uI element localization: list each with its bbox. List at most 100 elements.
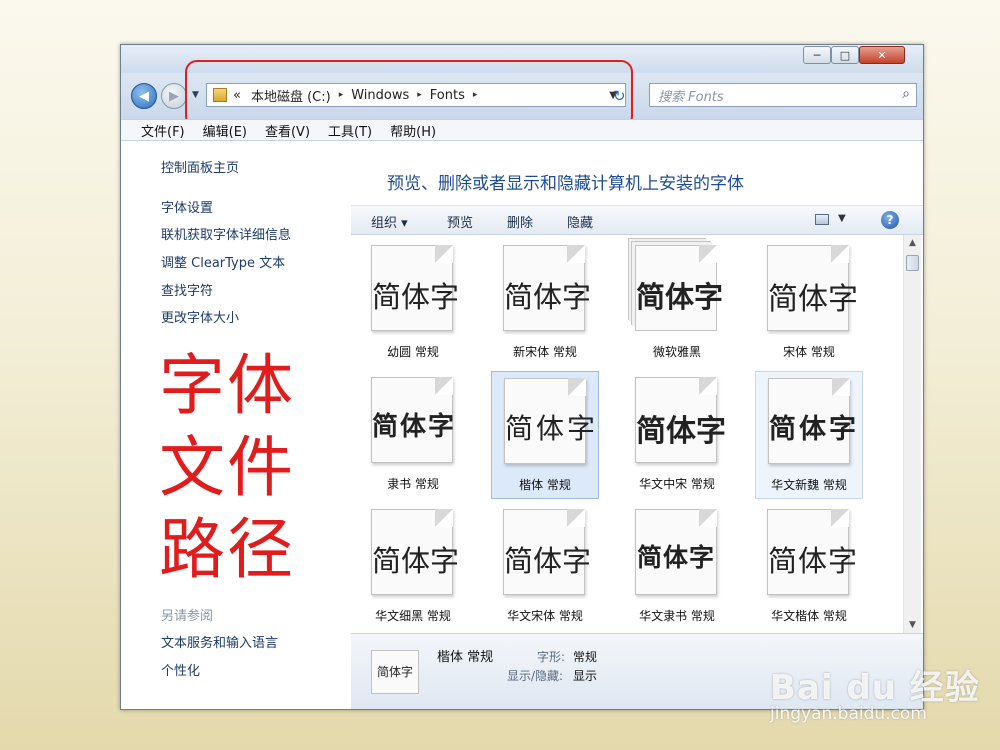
page-title: 预览、删除或者显示和隐藏计算机上安装的字体	[387, 174, 744, 194]
font-label: 华文宋体 常规	[507, 609, 583, 623]
font-tile[interactable]: 简体字 华文隶书 常规	[623, 503, 731, 631]
breadcrumb-separator-icon[interactable]: ▸	[417, 90, 422, 100]
scroll-up-icon[interactable]: ▲	[904, 235, 921, 251]
sidebar-find-character[interactable]: 查找字符	[161, 280, 213, 299]
scroll-thumb[interactable]	[906, 255, 919, 271]
breadcrumb-windows[interactable]: Windows	[351, 88, 409, 103]
menu-help[interactable]: 帮助(H)	[390, 121, 436, 140]
visibility-label: 显示/隐藏:	[507, 669, 564, 683]
font-label: 华文细黑 常规	[375, 609, 451, 623]
font-label: 新宋体 常规	[513, 345, 577, 359]
font-label: 华文新魏 常规	[771, 478, 847, 492]
font-tile[interactable]: 简体字 新宋体 常规	[491, 239, 599, 367]
font-sample: 简体字	[505, 412, 599, 445]
hide-button[interactable]: 隐藏	[567, 212, 593, 231]
font-sample: 简体字	[504, 280, 592, 314]
font-label: 华文中宋 常规	[639, 477, 715, 491]
font-file-icon: 简体字	[635, 509, 717, 595]
breadcrumb-overflow[interactable]: «	[233, 88, 241, 103]
menu-bar: 文件(F) 编辑(E) 查看(V) 工具(T) 帮助(H)	[121, 119, 923, 141]
font-style-value: 常规	[573, 650, 598, 664]
font-tile[interactable]: 简体字 华文宋体 常规	[491, 503, 599, 631]
font-label: 华文隶书 常规	[639, 609, 715, 623]
font-tile[interactable]: 简体字 华文中宋 常规	[623, 371, 731, 499]
search-input[interactable]: 搜索 Fonts ⌕	[649, 83, 917, 107]
sidebar-cleartype[interactable]: 调整 ClearType 文本	[161, 252, 285, 271]
font-file-icon: 简体字	[503, 509, 592, 595]
view-icon[interactable]	[815, 214, 829, 225]
refresh-icon[interactable]: ↻	[613, 87, 626, 105]
see-also-title: 另请参阅	[161, 609, 214, 624]
menu-edit[interactable]: 编辑(E)	[203, 121, 247, 140]
sidebar-control-panel-home[interactable]: 控制面板主页	[161, 157, 239, 176]
menu-file[interactable]: 文件(F)	[141, 121, 185, 140]
recent-pages-dropdown-icon[interactable]: ▼	[192, 90, 199, 100]
font-sample: 简体字	[636, 280, 724, 314]
main-content: 预览、删除或者显示和隐藏计算机上安装的字体 组织 ▾ 预览 删除 隐藏 ▼ ? …	[351, 141, 923, 709]
menu-tools[interactable]: 工具(T)	[328, 121, 372, 140]
fonts-folder-icon	[213, 88, 227, 102]
font-sample: 简体字	[769, 414, 859, 445]
font-sample: 简体字	[372, 280, 460, 314]
delete-button[interactable]: 删除	[507, 212, 533, 231]
font-file-icon: 简体字	[371, 509, 459, 595]
scroll-down-icon[interactable]: ▼	[904, 617, 921, 633]
explorer-window: ─ □ ✕ ◀ ▶ ▼ « 本地磁盘 (C:) ▸ Windows ▸ Font…	[120, 44, 924, 710]
help-icon[interactable]: ?	[881, 211, 899, 229]
font-tile[interactable]: 简体字 隶书 常规	[359, 371, 467, 499]
font-style-label: 字形:	[537, 650, 566, 664]
font-label: 宋体 常规	[783, 345, 835, 359]
selected-font-name: 楷体 常规	[437, 650, 494, 665]
selected-font-thumbnail: 简体字	[371, 650, 419, 694]
breadcrumb-fonts[interactable]: Fonts	[430, 88, 465, 103]
minimize-button[interactable]: ─	[803, 46, 831, 64]
font-tile[interactable]: 简体字 幼圆 常规	[359, 239, 467, 367]
annotation-line-1: 字体	[159, 347, 295, 424]
sidebar: 控制面板主页 字体设置 联机获取字体详细信息 调整 ClearType 文本 查…	[121, 141, 351, 709]
font-grid: 简体字 幼圆 常规 简体字 新宋体 常规 简体字 微软雅黑 简体字 宋体 常规 …	[351, 235, 903, 633]
font-file-icon: 简体字	[767, 245, 858, 331]
font-tile-selected[interactable]: 简体字 楷体 常规	[491, 371, 599, 499]
font-file-icon: 简体字	[371, 245, 460, 331]
font-sample: 简体字	[504, 544, 592, 578]
annotation-line-3: 路径	[159, 511, 295, 588]
font-tile-hovered[interactable]: 简体字 华文新魏 常规	[755, 371, 863, 499]
vertical-scrollbar[interactable]: ▲ ▼	[903, 235, 921, 633]
address-bar[interactable]: « 本地磁盘 (C:) ▸ Windows ▸ Fonts ▸ ▼	[206, 83, 626, 107]
font-file-icon: 简体字	[503, 245, 592, 331]
breadcrumb-separator-icon[interactable]: ▸	[473, 90, 478, 100]
maximize-button[interactable]: □	[831, 46, 859, 64]
visibility-value: 显示	[573, 669, 598, 683]
menu-view[interactable]: 查看(V)	[265, 121, 310, 140]
title-bar: ─ □ ✕	[121, 45, 923, 73]
font-tile[interactable]: 简体字 华文细黑 常规	[359, 503, 467, 631]
navigation-bar: ◀ ▶ ▼ « 本地磁盘 (C:) ▸ Windows ▸ Fonts ▸ ▼ …	[121, 73, 923, 119]
sidebar-text-services[interactable]: 文本服务和输入语言	[161, 632, 278, 651]
font-label: 楷体 常规	[519, 478, 571, 492]
font-sample: 简体字	[768, 282, 858, 317]
back-button[interactable]: ◀	[131, 83, 157, 109]
font-file-icon: 简体字	[768, 378, 859, 464]
sidebar-personalization[interactable]: 个性化	[161, 660, 200, 679]
font-sample: 简体字	[768, 544, 859, 578]
sidebar-online-font-info[interactable]: 联机获取字体详细信息	[161, 224, 291, 243]
breadcrumb-local-disk[interactable]: 本地磁盘 (C:)	[251, 86, 331, 105]
sidebar-change-font-size[interactable]: 更改字体大小	[161, 307, 239, 326]
font-tile[interactable]: 简体字 宋体 常规	[755, 239, 863, 367]
font-tile[interactable]: 简体字 微软雅黑	[623, 239, 731, 367]
font-label: 幼圆 常规	[387, 345, 439, 359]
font-file-icon: 简体字	[635, 377, 726, 463]
font-file-icon: 简体字	[767, 509, 859, 595]
font-tile[interactable]: 简体字 华文楷体 常规	[755, 503, 863, 631]
breadcrumb-separator-icon[interactable]: ▸	[339, 90, 344, 100]
font-label: 隶书 常规	[387, 477, 439, 491]
font-label: 微软雅黑	[652, 345, 701, 359]
preview-button[interactable]: 预览	[447, 212, 473, 231]
forward-button[interactable]: ▶	[161, 83, 187, 109]
baidu-watermark-url: jingyan.baidu.com	[770, 704, 927, 724]
view-dropdown-icon[interactable]: ▼	[838, 213, 846, 224]
search-icon[interactable]: ⌕	[902, 86, 910, 102]
organize-button[interactable]: 组织 ▾	[371, 212, 408, 231]
sidebar-font-settings[interactable]: 字体设置	[161, 197, 213, 216]
close-button[interactable]: ✕	[859, 46, 905, 64]
